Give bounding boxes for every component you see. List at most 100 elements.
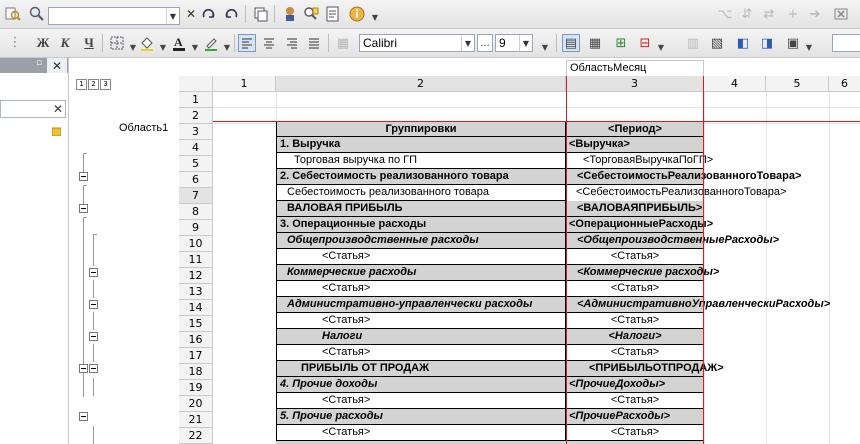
move-right-icon[interactable]: ◨ bbox=[758, 34, 776, 52]
merge-icon[interactable]: ⇄ bbox=[760, 5, 778, 23]
font-name-combo[interactable]: Calibri ▼ bbox=[359, 34, 475, 52]
cell-article-value[interactable]: <Статья> bbox=[566, 281, 704, 297]
cell-item-value[interactable]: <ТорговаяВыручкаПоГП> bbox=[566, 153, 713, 169]
cell-period-header[interactable]: <Период> bbox=[566, 121, 704, 137]
find-icon[interactable] bbox=[4, 5, 22, 23]
row-header[interactable]: 12 bbox=[179, 268, 213, 284]
row-header[interactable]: 4 bbox=[179, 140, 213, 156]
row-header[interactable]: 17 bbox=[179, 348, 213, 364]
cell-subsection-title[interactable]: Налоги bbox=[276, 329, 566, 345]
cell-item-title[interactable]: Торговая выручка по ГП bbox=[276, 153, 566, 169]
search-module-icon[interactable] bbox=[302, 5, 320, 23]
cell-subsection-title[interactable]: Административно-управленчески расходы bbox=[276, 297, 566, 313]
cell-subsection-title[interactable]: Общепроизводственные расходы bbox=[276, 233, 566, 249]
row-header[interactable]: 21 bbox=[179, 412, 213, 428]
cell-total-title[interactable]: ПРИБЫЛЬ ОТ ПРОДАЖ bbox=[276, 361, 566, 377]
collapse-group-icon[interactable] bbox=[89, 364, 98, 373]
grid-view-icon[interactable]: ▤ bbox=[562, 34, 580, 52]
row-header[interactable]: 2 bbox=[179, 108, 213, 124]
syntax-helper-icon[interactable] bbox=[324, 5, 342, 23]
cell-item-value[interactable]: <СебестоимостьРеализованногоТовара> bbox=[566, 185, 786, 201]
row-header[interactable]: 1 bbox=[179, 92, 213, 108]
cell-section-title[interactable]: 3. Операционные расходы bbox=[276, 217, 566, 233]
close-icon[interactable]: ✕ bbox=[47, 58, 67, 73]
cell-subsection-value[interactable]: <ОбщепроизводственныеРасходы> bbox=[566, 233, 779, 249]
cell-subsection-value[interactable]: <Налоги> bbox=[566, 329, 704, 345]
cell-section-title[interactable]: 1. Выручка bbox=[276, 137, 566, 153]
collapse-group-icon[interactable] bbox=[79, 364, 88, 373]
row-header[interactable]: 3 bbox=[179, 124, 213, 140]
row-header[interactable]: 19 bbox=[179, 380, 213, 396]
search-combo[interactable]: ▼ bbox=[48, 7, 180, 25]
row-header[interactable]: 22 bbox=[179, 428, 213, 444]
merge-cells-icon[interactable]: ▦ bbox=[334, 34, 352, 52]
cell-article-value[interactable]: <Статья> bbox=[566, 249, 704, 265]
row-header[interactable]: 8 bbox=[179, 204, 213, 220]
underline-button[interactable]: Ч bbox=[80, 34, 98, 52]
group-level-1-button[interactable]: 1 bbox=[76, 79, 87, 90]
cell-section-value[interactable]: <СебестоимостьРеализованногоТовара> bbox=[566, 169, 801, 185]
cell-total-value[interactable]: <ПРИБЫЛЬОТПРОДАЖ> bbox=[566, 361, 724, 377]
text-field[interactable] bbox=[832, 34, 860, 52]
row-header[interactable]: 18 bbox=[179, 364, 213, 380]
chevron-down-icon[interactable]: ▼ bbox=[461, 35, 474, 51]
row-header[interactable]: 20 bbox=[179, 396, 213, 412]
chevron-down-icon[interactable]: ▼ bbox=[800, 38, 818, 56]
find-next-icon[interactable] bbox=[200, 5, 218, 23]
cell-section-title[interactable]: 5. Прочие расходы bbox=[276, 409, 566, 425]
close-icon[interactable]: ✕ bbox=[182, 5, 200, 23]
cell-article[interactable]: <Статья> bbox=[276, 425, 566, 441]
add-icon[interactable]: + bbox=[784, 5, 802, 23]
row-header[interactable]: 6 bbox=[179, 172, 213, 188]
chevron-down-icon[interactable]: ▼ bbox=[366, 8, 384, 26]
row-header[interactable]: 5 bbox=[179, 156, 213, 172]
collapse-group-icon[interactable] bbox=[89, 300, 98, 309]
chevron-down-icon[interactable]: ▼ bbox=[519, 35, 532, 51]
font-more-button[interactable]: ... bbox=[477, 34, 493, 52]
row-header[interactable]: 7 bbox=[179, 188, 213, 204]
column-header-4[interactable]: 4 bbox=[704, 76, 766, 92]
italic-button[interactable]: К bbox=[56, 34, 74, 52]
cell-article-value[interactable]: <Статья> bbox=[566, 313, 704, 329]
row-header[interactable]: 10 bbox=[179, 236, 213, 252]
cell-article-value[interactable]: <Статья> bbox=[566, 393, 704, 409]
align-right-icon[interactable] bbox=[283, 34, 301, 52]
cell-article[interactable]: <Статья> bbox=[276, 313, 566, 329]
row-header[interactable]: 11 bbox=[179, 252, 213, 268]
cell-item-title-selected[interactable]: Себестоимость реализованного товара bbox=[276, 185, 566, 201]
copy-icon[interactable] bbox=[252, 5, 270, 23]
row-header[interactable]: 15 bbox=[179, 316, 213, 332]
group-level-3-button[interactable]: 3 bbox=[100, 79, 111, 90]
cell-section-title[interactable]: 2. Себестоимость реализованного товара bbox=[276, 169, 566, 185]
align-justify-icon[interactable] bbox=[305, 34, 323, 52]
column-header-3[interactable]: 3 bbox=[566, 76, 704, 92]
bold-button[interactable]: Ж bbox=[34, 34, 52, 52]
cell-section-value[interactable]: <ПрочиеДоходы> bbox=[566, 377, 704, 393]
clear-icon[interactable]: ✕ bbox=[50, 102, 66, 116]
info-icon[interactable] bbox=[348, 5, 366, 23]
collapse-group-icon[interactable] bbox=[79, 412, 88, 421]
font-size-combo[interactable]: 9 ▼ bbox=[495, 34, 533, 52]
wizard-icon[interactable] bbox=[281, 5, 299, 23]
pin-icon[interactable]: ▫ bbox=[36, 58, 42, 68]
ungroup-rows-icon[interactable]: ▧ bbox=[708, 34, 726, 52]
cell-section-value[interactable]: <Выручка> bbox=[566, 137, 704, 153]
cell-group-header[interactable]: Группировки bbox=[276, 121, 566, 137]
cell-total-value[interactable]: <ВАЛОВАЯПРИБЫЛЬ> bbox=[566, 201, 704, 217]
row-header[interactable]: 13 bbox=[179, 284, 213, 300]
align-left-icon[interactable] bbox=[238, 34, 256, 52]
align-center-icon[interactable] bbox=[260, 34, 278, 52]
delete-icon[interactable] bbox=[832, 5, 850, 23]
cell-section-value[interactable]: <ОперационныеРасходы> bbox=[566, 217, 713, 233]
move-icon[interactable]: ➔ bbox=[806, 5, 824, 23]
structure-icon[interactable]: ⌥ bbox=[716, 5, 734, 23]
collapse-group-icon[interactable] bbox=[79, 204, 88, 213]
cell-subsection-value[interactable]: <АдминистративноУправленческиРасходы> bbox=[566, 297, 830, 313]
cell-article-value[interactable]: <Статья> bbox=[566, 425, 704, 441]
column-header-1[interactable]: 1 bbox=[213, 76, 276, 92]
grid-corner[interactable] bbox=[179, 76, 213, 92]
row-header[interactable]: 16 bbox=[179, 332, 213, 348]
insert-row-icon[interactable]: ⊞ bbox=[612, 34, 630, 52]
cell-section-value[interactable]: <ПрочиеРасходы> bbox=[566, 409, 704, 425]
cell-article[interactable]: <Статья> bbox=[276, 249, 566, 265]
